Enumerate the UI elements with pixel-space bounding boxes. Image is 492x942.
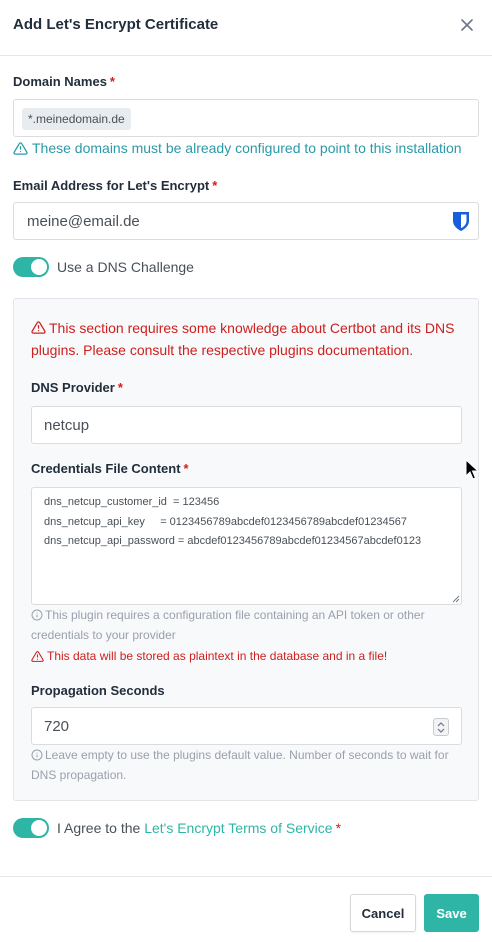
dns-challenge-label: Use a DNS Challenge <box>57 259 194 275</box>
dialog-header: Add Let's Encrypt Certificate <box>0 0 492 56</box>
credentials-line: dns_netcup_api_password = abcdef01234567… <box>44 535 422 547</box>
domain-names-input[interactable]: *.meinedomain.de <box>13 99 479 137</box>
credentials-line: dns_netcup_customer_id = 123456 <box>44 496 220 508</box>
alert-triangle-icon <box>13 141 28 155</box>
info-icon <box>31 609 43 621</box>
dns-provider-value: netcup <box>44 417 90 434</box>
credentials-line: dns_netcup_api_key = 0123456789abcdef012… <box>44 516 408 528</box>
required-mark: * <box>109 74 115 89</box>
dns-knowledge-warning: This section requires some knowledge abo… <box>31 320 455 358</box>
cancel-button[interactable]: Cancel <box>350 894 416 932</box>
dns-provider-label: DNS Provider * <box>31 380 123 395</box>
tos-link[interactable]: Let's Encrypt Terms of Service <box>144 820 332 836</box>
domain-tag[interactable]: *.meinedomain.de <box>22 108 131 130</box>
chevron-up-icon[interactable] <box>437 721 445 727</box>
save-button[interactable]: Save <box>424 894 479 932</box>
domain-names-hint: These domains must be already configured… <box>13 139 462 157</box>
agree-tos-label: I Agree to the Let's Encrypt Terms of Se… <box>57 820 342 836</box>
toggle-knob <box>31 820 47 836</box>
chevron-down-icon[interactable] <box>437 728 445 734</box>
required-mark: * <box>212 178 218 193</box>
propagation-info: Leave empty to use the plugins default v… <box>31 748 449 782</box>
dialog-footer: Cancel Save <box>0 876 492 942</box>
bitwarden-shield-icon[interactable] <box>451 210 471 232</box>
email-field[interactable]: meine@email.de <box>13 202 479 240</box>
alert-triangle-icon <box>31 321 46 334</box>
propagation-value: 720 <box>44 718 70 735</box>
credentials-info: This plugin requires a configuration fil… <box>31 608 425 642</box>
credentials-label: Credentials File Content * <box>31 461 189 476</box>
alert-triangle-icon <box>31 650 44 662</box>
dns-provider-select[interactable]: netcup <box>31 406 462 444</box>
propagation-seconds-input[interactable]: 720 <box>31 707 462 745</box>
dialog-title: Add Let's Encrypt Certificate <box>13 16 219 33</box>
required-mark: * <box>183 461 189 476</box>
resize-handle-icon[interactable] <box>451 594 460 603</box>
email-value: meine@email.de <box>27 213 140 230</box>
domain-names-label: Domain Names * <box>13 74 115 89</box>
required-mark: * <box>335 820 342 836</box>
dns-challenge-panel: This section requires some knowledge abo… <box>13 298 479 801</box>
toggle-knob <box>31 259 47 275</box>
close-icon[interactable] <box>458 16 476 34</box>
email-label: Email Address for Let's Encrypt * <box>13 178 218 193</box>
mouse-cursor-icon <box>465 459 479 480</box>
agree-tos-toggle[interactable] <box>13 818 49 838</box>
credentials-textarea[interactable]: dns_netcup_customer_id = 123456 dns_netc… <box>31 487 462 605</box>
number-stepper[interactable] <box>433 718 449 736</box>
required-mark: * <box>117 380 123 395</box>
plaintext-warning: This data will be stored as plaintext in… <box>31 645 387 667</box>
info-icon <box>31 749 43 761</box>
propagation-label: Propagation Seconds <box>31 683 165 698</box>
dns-challenge-toggle[interactable] <box>13 257 49 277</box>
